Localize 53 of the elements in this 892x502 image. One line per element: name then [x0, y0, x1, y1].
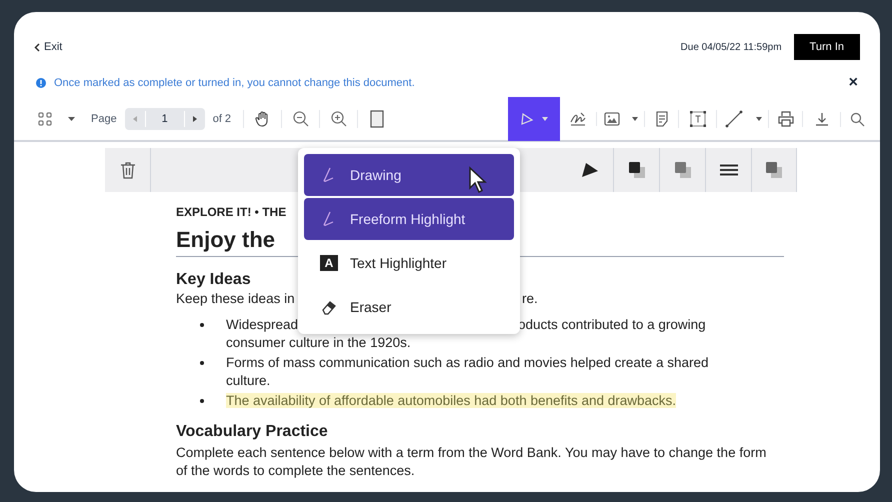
page-label: Page — [91, 112, 117, 127]
notice-text: Once marked as complete or turned in, you cannot change this document. — [54, 76, 415, 91]
chevron-left-icon — [34, 42, 40, 52]
triangle-left-icon — [132, 116, 137, 122]
note-icon[interactable] — [654, 111, 668, 127]
info-icon — [36, 78, 46, 88]
section-heading: Key Ideas — [176, 271, 251, 288]
page-total: of 2 — [212, 112, 232, 127]
shadow-icon[interactable] — [764, 160, 784, 180]
bullet-icon — [200, 399, 204, 403]
close-button[interactable]: × — [848, 71, 858, 95]
bullet-text: The availability of affordable automobiles had both benefits and drawbacks. — [226, 393, 676, 408]
search-icon[interactable] — [850, 112, 865, 126]
intro-text: re. — [522, 290, 538, 308]
section-heading: Vocabulary Practice — [176, 423, 328, 440]
menu-item[interactable]: Drawing — [304, 154, 514, 196]
caret-icon[interactable] — [632, 117, 638, 121]
zoom-out-icon[interactable] — [292, 110, 310, 128]
menu-item[interactable]: Freeform Highlight — [304, 198, 514, 240]
opacity-icon[interactable] — [672, 160, 692, 180]
stroke-color-icon[interactable] — [626, 160, 646, 180]
instructions-text: Complete each sentence below with a term from the Word Bank. You may have to change the form of the words to complete the sentences. — [176, 444, 768, 480]
intro-text: Keep these ideas in — [176, 291, 295, 306]
line-icon[interactable] — [724, 110, 742, 128]
page-view-icon[interactable] — [370, 110, 384, 128]
bullet-icon — [200, 323, 204, 327]
signature-icon[interactable] — [569, 110, 587, 128]
due-date: Due 04/05/22 11:59pm — [680, 40, 782, 54]
turn-in-button[interactable]: Turn In — [794, 34, 860, 60]
bullet-text: Forms of mass communication such as radio and movies helped create a shared culture. — [226, 355, 708, 388]
caret-icon[interactable] — [756, 117, 762, 121]
thumbnails-icon[interactable] — [38, 112, 52, 126]
caret-icon[interactable] — [68, 117, 75, 121]
page-number-field[interactable]: 1 — [144, 110, 185, 128]
exit-link[interactable]: Exit — [34, 38, 62, 56]
fill-color-icon[interactable] — [581, 162, 599, 178]
download-icon[interactable] — [814, 111, 830, 127]
text-highlighter-icon: A — [320, 255, 338, 271]
trash-icon[interactable] — [120, 161, 136, 179]
bullet-text: Widespread — [226, 317, 298, 332]
bullet-icon — [200, 361, 204, 365]
text-box-icon[interactable] — [688, 110, 706, 128]
drawing-tool-button[interactable] — [508, 97, 560, 141]
triangle-right-icon — [192, 116, 197, 122]
document-title: Enjoy the — [176, 227, 276, 252]
print-icon[interactable] — [776, 110, 794, 128]
document-kicker: EXPLORE IT! • THE — [176, 205, 286, 219]
zoom-in-icon[interactable] — [330, 110, 348, 128]
mouse-cursor-icon — [468, 166, 488, 194]
bullet-text: consumer culture in the 1920s. — [226, 334, 412, 352]
line-weight-icon[interactable] — [720, 164, 738, 176]
image-icon[interactable] — [604, 112, 620, 126]
caret-icon — [542, 117, 548, 121]
